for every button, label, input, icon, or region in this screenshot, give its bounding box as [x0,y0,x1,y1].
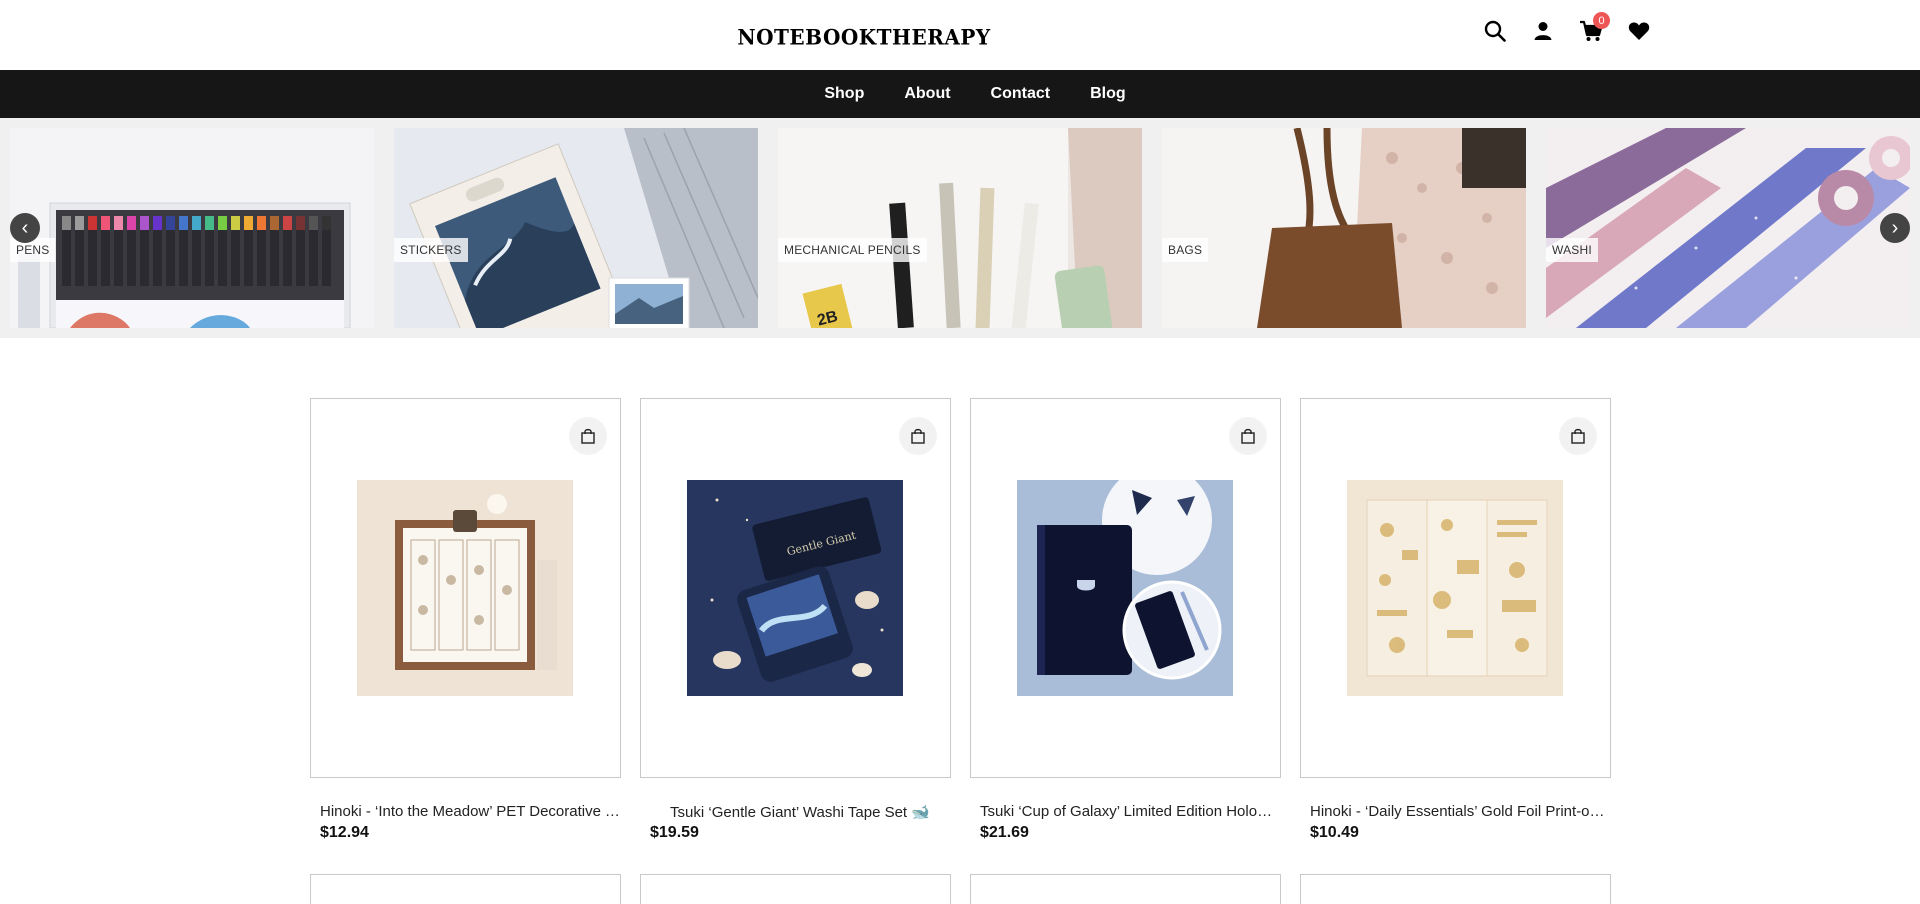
product-price: $12.94 [320,824,369,841]
site-header: NOTEBOOKTHERAPY 0 [0,0,1920,70]
product-card[interactable] [970,398,1281,778]
product-title[interactable]: Tsuki ‘Gentle Giant’ Washi Tape Set 🐋 [650,803,950,821]
category-label: STICKERS [394,238,468,262]
category-label: PENS [10,238,56,262]
category-tile-pens[interactable]: PENS [10,128,374,328]
category-tile-mechanical-pencils[interactable]: 2B MECHANICAL PENCILS [778,128,1142,328]
cart-count-badge: 0 [1593,12,1610,29]
add-to-cart-button[interactable] [569,417,607,455]
add-to-cart-button[interactable] [899,417,937,455]
shopping-bag-icon [1571,428,1585,444]
carousel-prev-button[interactable]: ‹ [10,213,40,243]
washi-image [1546,128,1910,328]
product-card[interactable] [970,874,1281,904]
category-label: BAGS [1162,238,1209,262]
nav-item-contact[interactable]: Contact [971,85,1071,103]
nav-item-about[interactable]: About [884,85,970,103]
category-tile-bags[interactable]: BAGS [1162,128,1526,328]
pens-image [10,128,374,328]
add-to-cart-button[interactable] [1559,417,1597,455]
shopping-bag-icon [1241,428,1255,444]
bags-image [1162,128,1526,328]
product-card[interactable] [1300,874,1611,904]
category-label: MECHANICAL PENCILS [778,238,927,262]
product-price: $10.49 [1310,824,1359,841]
category-label: WASHI [1546,238,1598,262]
product-image[interactable] [1017,480,1233,696]
shopping-bag-icon [911,428,925,444]
nav-item-blog[interactable]: Blog [1070,85,1146,103]
product-price: $19.59 [650,824,699,841]
product-title[interactable]: Tsuki ‘Cup of Galaxy’ Limited Edition Ho… [980,803,1280,820]
product-card[interactable]: Gentle Giant [640,398,951,778]
category-carousel: PENS STICKERS 2B MECHANICAL PENCILS BAGS… [0,118,1920,338]
cart-icon[interactable]: 0 [1578,12,1610,44]
site-logo[interactable]: NOTEBOOKTHERAPY [737,23,990,50]
heart-icon[interactable] [1626,18,1652,44]
product-card[interactable] [310,398,621,778]
carousel-next-button[interactable]: › [1880,213,1910,243]
category-tile-washi[interactable]: WASHI [1546,128,1910,328]
user-icon[interactable] [1530,18,1556,44]
main-nav: Shop About Contact Blog [0,70,1920,118]
product-title[interactable]: Hinoki - ‘Into the Meadow’ PET Decorativ… [320,803,620,820]
mechanical-pencils-image: 2B [778,128,1142,328]
product-image[interactable]: Gentle Giant [687,480,903,696]
product-card[interactable] [1300,398,1611,778]
stickers-image [394,128,758,328]
nav-item-shop[interactable]: Shop [804,85,884,103]
shopping-bag-icon [581,428,595,444]
search-icon[interactable] [1482,18,1508,44]
product-card[interactable] [310,874,621,904]
header-icons: 0 [1482,12,1652,44]
category-tile-stickers[interactable]: STICKERS [394,128,758,328]
product-image[interactable] [1347,480,1563,696]
product-price: $21.69 [980,824,1029,841]
product-card[interactable] [640,874,951,904]
add-to-cart-button[interactable] [1229,417,1267,455]
product-image[interactable] [357,480,573,696]
product-title[interactable]: Hinoki - ‘Daily Essentials’ Gold Foil Pr… [1310,803,1610,820]
